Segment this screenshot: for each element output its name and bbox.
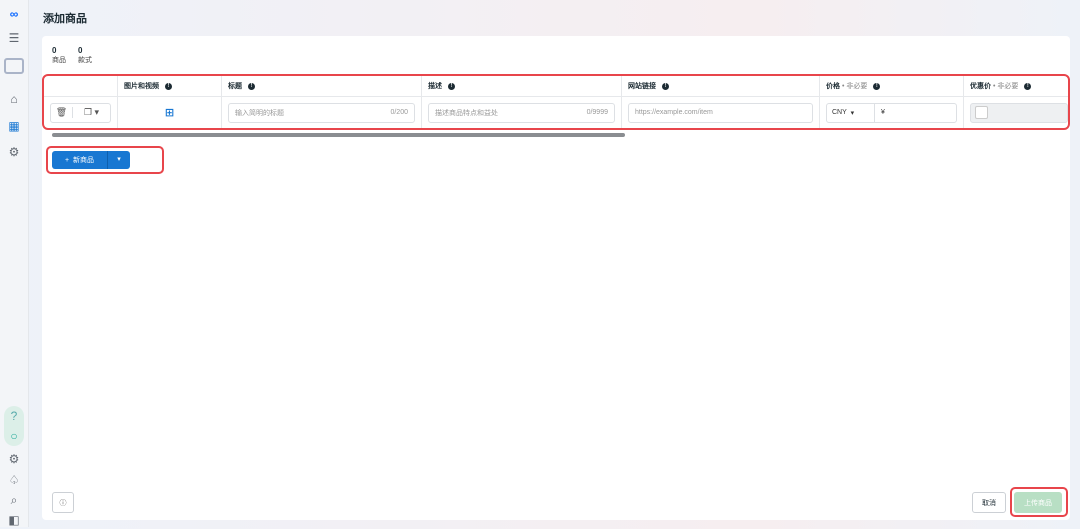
char-count: 0/9999 xyxy=(586,109,608,116)
sidebar: ∞ ☰ ⌂ ▦ ⚙ ? ○ ⚙ ♤ ⌕ ◧ xyxy=(0,0,29,527)
upload-products-button[interactable]: 上传商品 xyxy=(1014,492,1062,513)
stat-value: 0 xyxy=(78,46,83,55)
header-actions xyxy=(44,76,118,96)
info-icon[interactable]: ! xyxy=(662,82,669,90)
placeholder: https://example.com/item xyxy=(635,109,713,116)
header-description: 描述! xyxy=(422,76,622,96)
price-input[interactable]: ¥ xyxy=(875,109,956,116)
header-label: 标题 xyxy=(228,83,242,90)
header-title: 标题! xyxy=(222,76,422,96)
char-count: 0/200 xyxy=(390,109,408,116)
stat-value: 0 xyxy=(52,46,57,55)
stat-label: 商品 xyxy=(52,57,66,64)
info-icon[interactable]: ! xyxy=(873,82,881,90)
help-icon[interactable]: ? xyxy=(5,407,23,425)
info-button[interactable]: ⓘ xyxy=(52,492,74,513)
window-icon[interactable] xyxy=(4,58,24,74)
row-actions: 🗑 ❐ ▾ xyxy=(50,102,111,123)
new-product-dropdown[interactable]: ▾ xyxy=(108,151,130,169)
delete-icon[interactable]: 🗑 xyxy=(51,107,73,118)
sale-price-checkbox[interactable] xyxy=(975,106,988,119)
settings-icon[interactable]: ⚙ xyxy=(5,450,23,468)
header-label: 网站链接 xyxy=(628,83,656,90)
apps-grid-icon[interactable]: ▦ xyxy=(5,117,23,135)
info-icon[interactable]: ! xyxy=(165,82,172,90)
stat-products: 0 商品 xyxy=(52,46,66,65)
header-sale-price: 优惠价 • 非必要! xyxy=(964,76,1068,96)
home-icon[interactable]: ⌂ xyxy=(5,90,23,108)
header-label: 描述 xyxy=(428,83,442,90)
stat-variants: 0 款式 xyxy=(78,46,92,65)
horizontal-scrollbar[interactable] xyxy=(52,133,625,137)
optional-label: • 非必要 xyxy=(841,83,868,90)
currency-select[interactable]: CNY ▾ xyxy=(827,103,875,122)
info-icon[interactable]: ! xyxy=(448,82,455,90)
button-label: 新商品 xyxy=(72,157,94,164)
table-row: 🗑 ❐ ▾ ⊞ 输入简明的标题 0/200 描述商品特点和益处 0/9999 http… xyxy=(44,97,1068,128)
new-product-button[interactable]: + 新商品 ▾ xyxy=(52,151,130,169)
panel-toggle-icon[interactable]: ◧ xyxy=(5,511,23,529)
header-label: 优惠价 xyxy=(970,83,991,90)
info-icon[interactable]: ! xyxy=(248,82,255,90)
placeholder: 描述商品特点和益处 xyxy=(435,109,498,117)
header-url: 网站链接! xyxy=(622,76,820,96)
header-label: 价格 xyxy=(826,83,840,90)
header-price: 价格 • 非必要! xyxy=(820,76,964,96)
menu-icon[interactable]: ☰ xyxy=(5,29,23,47)
search-icon[interactable]: ⌕ xyxy=(5,491,23,509)
product-table: 图片和视频! 标题! 描述! 网站链接! 价格 • 非必要! 优惠价 • 非必要… xyxy=(42,74,1070,130)
bell-icon[interactable]: ♤ xyxy=(5,471,23,489)
page-title: 添加商品 xyxy=(43,13,87,25)
settings-icon[interactable]: ⚙ xyxy=(5,143,23,161)
currency-value: CNY xyxy=(832,109,847,116)
url-input[interactable]: https://example.com/item xyxy=(628,102,813,123)
product-card: 0 商品 0 款式 图片和视频! 标题! 描述! 网站链接! 价格 • 非必要! 优… xyxy=(42,36,1070,520)
meta-logo-icon[interactable]: ∞ xyxy=(5,5,23,23)
optional-label: • 非必要 xyxy=(992,83,1019,90)
info-icon[interactable]: ! xyxy=(1024,82,1032,90)
header-label: 图片和视频 xyxy=(124,83,159,90)
title-input[interactable]: 输入简明的标题 0/200 xyxy=(228,102,415,123)
duplicate-dropdown[interactable]: ❐ ▾ xyxy=(73,107,110,118)
new-product-highlight: + 新商品 ▾ xyxy=(46,146,164,174)
add-media-icon[interactable]: ⊞ xyxy=(118,97,222,128)
chat-icon[interactable]: ○ xyxy=(5,427,23,445)
sale-price-field xyxy=(970,102,1068,123)
cancel-button[interactable]: 取消 xyxy=(972,492,1006,513)
header-media: 图片和视频! xyxy=(118,76,222,96)
placeholder: 输入简明的标题 xyxy=(235,109,284,117)
description-input[interactable]: 描述商品特点和益处 0/9999 xyxy=(428,102,615,123)
stat-label: 款式 xyxy=(78,57,92,64)
